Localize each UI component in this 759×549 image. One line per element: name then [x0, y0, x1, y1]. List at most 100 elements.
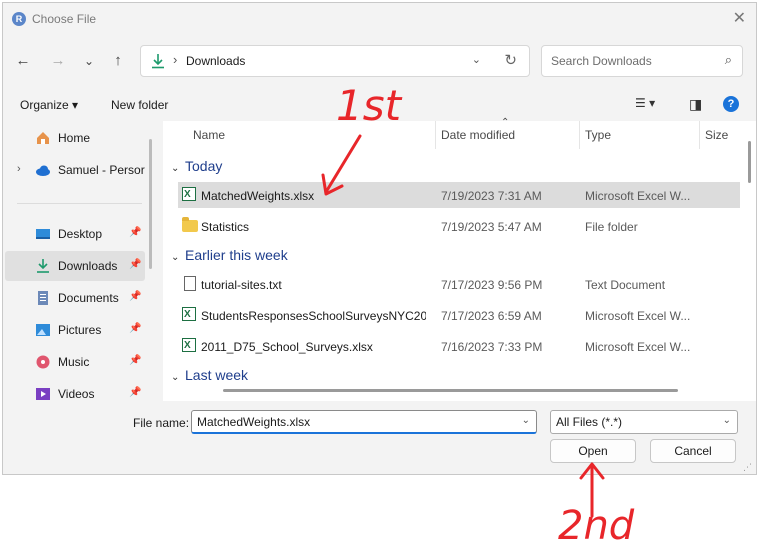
preview-pane-icon[interactable]: ◨	[689, 96, 702, 113]
column-divider[interactable]	[699, 121, 700, 149]
pin-icon[interactable]: 📌	[129, 259, 141, 270]
back-arrow-icon[interactable]: ←	[13, 51, 33, 71]
group-label: Today	[185, 158, 223, 174]
resize-grip-icon[interactable]: ⋰	[743, 462, 752, 473]
file-name: MatchedWeights.xlsx	[201, 189, 315, 203]
file-name-panel: File name: MatchedWeights.xlsx ⌄ All Fil…	[3, 401, 756, 474]
column-divider[interactable]	[579, 121, 580, 149]
chevron-down-icon[interactable]: ⌄	[522, 415, 530, 426]
sidebar-item-label: Videos	[58, 387, 95, 401]
sidebar-item-pictures[interactable]: Pictures 📌	[5, 315, 145, 345]
navigation-bar: ← → ⌄ ↑ › Downloads ⌄ ↻ Search Downloads…	[3, 41, 756, 83]
sidebar-scrollbar[interactable]	[149, 139, 152, 269]
file-date: 7/19/2023 5:47 AM	[441, 220, 542, 234]
horizontal-scrollbar[interactable]	[223, 389, 678, 392]
up-arrow-icon[interactable]: ↑	[108, 51, 128, 71]
sidebar-item-label: Home	[58, 131, 91, 145]
music-icon	[36, 355, 50, 369]
chevron-down-icon[interactable]: ⌄	[472, 53, 481, 66]
file-name: 2011_D75_School_Surveys.xlsx	[201, 340, 373, 354]
help-icon[interactable]: ?	[723, 96, 739, 112]
group-label: Earlier this week	[185, 247, 288, 263]
sidebar-item-music[interactable]: Music 📌	[5, 347, 145, 377]
pin-icon[interactable]: 📌	[129, 355, 141, 366]
group-header-today[interactable]: ⌄ Today	[171, 158, 222, 174]
download-icon	[152, 54, 164, 69]
file-type-select[interactable]: All Files (*.*) ⌄	[550, 410, 738, 434]
file-name-input[interactable]: MatchedWeights.xlsx ⌄	[191, 410, 537, 434]
close-icon[interactable]: ✕	[733, 9, 746, 29]
file-name: StudentsResponsesSchoolSurveysNYC20...	[201, 309, 426, 323]
file-type: Text Document	[585, 278, 666, 292]
excel-icon	[182, 338, 198, 354]
sidebar-item-label: Music	[58, 355, 90, 369]
documents-icon	[38, 291, 48, 305]
file-name-label: File name:	[133, 416, 190, 430]
organize-button[interactable]: Organize ▾	[20, 98, 78, 112]
file-list: Name Date modified ⌃ Type Size ⌄ Today Ma…	[163, 117, 756, 401]
sidebar-item-label: Samuel - Persor	[58, 163, 145, 177]
sidebar-item-documents[interactable]: Documents 📌	[5, 283, 145, 313]
file-date: 7/19/2023 7:31 AM	[441, 189, 542, 203]
sidebar-item-desktop[interactable]: Desktop 📌	[5, 219, 145, 249]
file-name: Statistics	[201, 220, 250, 234]
new-folder-button[interactable]: New folder	[111, 98, 168, 112]
sidebar-item-downloads[interactable]: Downloads 📌	[5, 251, 145, 281]
chevron-down-icon: ⌄	[171, 372, 180, 383]
file-type: Microsoft Excel W...	[585, 340, 691, 354]
forward-arrow-icon[interactable]: →	[48, 51, 68, 71]
sidebar-item-label: Pictures	[58, 323, 102, 337]
group-header-earlier-this-week[interactable]: ⌄ Earlier this week	[171, 247, 288, 263]
column-header-size[interactable]: Size	[705, 128, 728, 142]
group-header-last-week[interactable]: ⌄ Last week	[171, 367, 248, 383]
annotation-second-label: 2nd	[558, 503, 635, 549]
file-row[interactable]: MatchedWeights.xlsx 7/19/2023 7:31 AM Mi…	[178, 182, 740, 208]
sidebar-item-onedrive[interactable]: › Samuel - Persor	[5, 155, 145, 185]
annotation-arrow-first	[321, 134, 362, 196]
file-row[interactable]: tutorial-sites.txt 7/17/2023 9:56 PM Tex…	[178, 271, 740, 297]
search-input[interactable]: Search Downloads ⌕	[541, 45, 743, 77]
refresh-icon[interactable]: ↻	[504, 51, 517, 69]
pin-icon[interactable]: 📌	[129, 323, 141, 334]
file-type-value: All Files (*.*)	[556, 415, 623, 429]
expand-chevron-icon[interactable]: ›	[17, 163, 21, 175]
breadcrumb-downloads[interactable]: Downloads	[186, 54, 245, 68]
choose-file-dialog: R Choose File ✕ ← → ⌄ ↑ › Downloads ⌄ ↻ …	[2, 2, 757, 475]
file-row[interactable]: Statistics 7/19/2023 5:47 AM File folder	[178, 213, 740, 239]
column-header-name[interactable]: Name	[193, 128, 225, 142]
vertical-scrollbar[interactable]	[748, 141, 751, 183]
column-divider[interactable]	[435, 121, 436, 149]
pin-icon[interactable]: 📌	[129, 291, 141, 302]
folder-icon	[182, 217, 198, 234]
cancel-button[interactable]: Cancel	[650, 439, 736, 463]
home-icon	[37, 132, 49, 144]
pin-icon[interactable]: 📌	[129, 227, 141, 238]
videos-icon	[36, 388, 50, 400]
breadcrumb-separator: ›	[173, 52, 178, 67]
file-row[interactable]: 2011_D75_School_Surveys.xlsx 7/16/2023 7…	[178, 333, 740, 359]
address-bar[interactable]: › Downloads ⌄ ↻	[140, 45, 530, 77]
pin-icon[interactable]: 📌	[129, 387, 141, 398]
view-options-icon[interactable]: ☰ ▾	[635, 96, 655, 110]
file-date: 7/17/2023 9:56 PM	[441, 278, 543, 292]
onedrive-icon	[36, 165, 50, 176]
sidebar-item-label: Desktop	[58, 227, 103, 241]
excel-icon	[182, 307, 198, 323]
chevron-down-icon: ⌄	[722, 415, 731, 426]
file-name-value: MatchedWeights.xlsx	[197, 415, 311, 429]
file-date: 7/16/2023 7:33 PM	[441, 340, 543, 354]
file-row[interactable]: StudentsResponsesSchoolSurveysNYC20... 7…	[178, 302, 740, 328]
file-type: File folder	[585, 220, 638, 234]
column-header-date[interactable]: Date modified	[441, 128, 515, 142]
navigation-pane: Home › Samuel - Persor Desktop 📌 Downloa…	[3, 121, 159, 401]
recent-locations-icon[interactable]: ⌄	[79, 51, 99, 71]
dialog-title: Choose File	[32, 12, 97, 26]
column-header-type[interactable]: Type	[585, 128, 611, 142]
download-icon	[37, 259, 49, 273]
sidebar-item-home[interactable]: Home	[5, 123, 145, 153]
search-placeholder: Search Downloads	[551, 54, 652, 68]
pictures-icon	[36, 324, 50, 336]
chevron-down-icon: ⌄	[171, 163, 180, 174]
search-icon: ⌕	[724, 52, 732, 67]
group-label: Last week	[185, 367, 249, 383]
